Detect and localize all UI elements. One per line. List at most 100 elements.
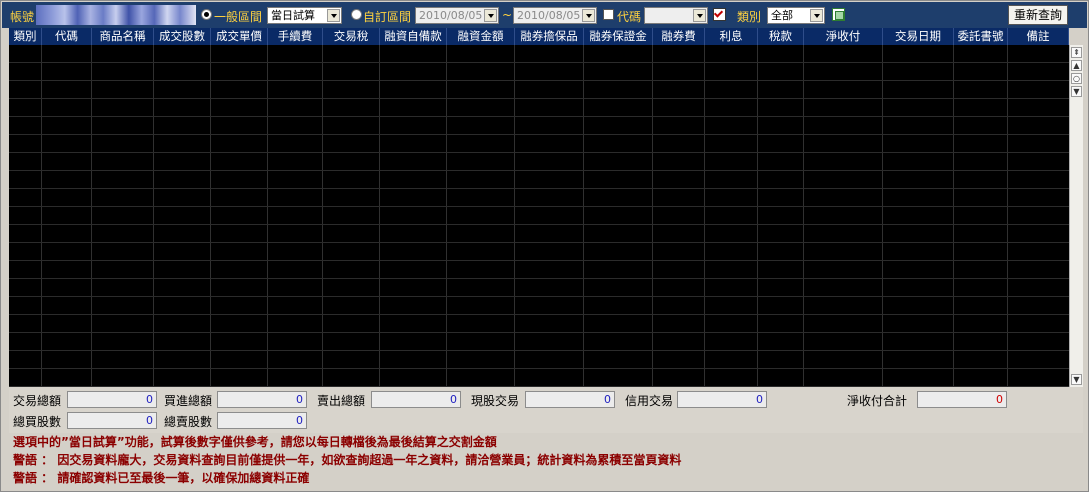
column-header[interactable]: 商品名稱 <box>92 28 154 45</box>
grid-row-divider <box>9 314 1069 315</box>
date-from-select[interactable]: 2010/08/05 <box>415 7 499 24</box>
chevron-down-icon[interactable] <box>582 9 595 22</box>
column-header[interactable]: 融券擔保品 <box>515 28 584 45</box>
grid-column-divider <box>322 45 323 387</box>
column-header[interactable]: 類別 <box>9 28 42 45</box>
main-window: 帳號 一般區間 當日試算 自訂區間 2010/08/05 ~ 2010/08/0… <box>0 0 1089 492</box>
grid-header: 類別 代碼 商品名稱 成交股數 成交單價 手續費 交易稅 融資自備款 融資金額 融券擔保品 融券保證… <box>9 28 1069 45</box>
category-select[interactable]: 全部 <box>767 7 825 24</box>
sell-total-label: 賣出總額 <box>317 394 366 408</box>
grid-row-divider <box>9 350 1069 351</box>
grid-row-divider <box>9 98 1069 99</box>
grid-column-divider <box>91 45 92 387</box>
column-header[interactable]: 交易稅 <box>323 28 380 45</box>
cash-trade-label: 現股交易 <box>471 394 520 408</box>
grid-column-divider <box>153 45 154 387</box>
filter-checkbox[interactable] <box>713 8 726 21</box>
cash-trade-field: 0 <box>525 391 615 408</box>
sell-shares-label: 總賣股數 <box>164 415 213 429</box>
column-header[interactable]: 融資金額 <box>447 28 515 45</box>
column-header[interactable]: 稅款 <box>758 28 804 45</box>
grid-column-divider <box>210 45 211 387</box>
column-header[interactable]: 利息 <box>705 28 758 45</box>
grid-row-divider <box>9 332 1069 333</box>
transaction-grid[interactable] <box>9 45 1069 387</box>
sell-total-field: 0 <box>371 391 461 408</box>
period-select[interactable]: 當日試算 <box>267 7 342 24</box>
grid-column-divider <box>882 45 883 387</box>
grid-row-divider <box>9 242 1069 243</box>
grid-row-divider <box>9 206 1069 207</box>
column-header[interactable]: 融券保證金 <box>584 28 653 45</box>
grid-column-divider <box>803 45 804 387</box>
chevron-down-icon[interactable] <box>810 9 823 22</box>
credit-trade-field: 0 <box>677 391 767 408</box>
grid-column-divider <box>1007 45 1008 387</box>
grid-row-divider <box>9 116 1069 117</box>
column-header[interactable]: 成交股數 <box>154 28 211 45</box>
column-header[interactable]: 代碼 <box>42 28 92 45</box>
grid-column-divider <box>267 45 268 387</box>
grid-column-divider <box>514 45 515 387</box>
requery-button[interactable]: 重新查詢 <box>1008 5 1068 25</box>
buy-shares-label: 總買股數 <box>13 415 62 429</box>
buy-shares-field: 0 <box>67 412 157 429</box>
scroll-down-page-icon[interactable]: ▼ <box>1071 86 1082 97</box>
sell-shares-field: 0 <box>217 412 307 429</box>
column-header[interactable]: 手續費 <box>268 28 323 45</box>
chevron-down-icon[interactable] <box>693 9 706 22</box>
code-select[interactable] <box>644 7 708 24</box>
trade-total-field: 0 <box>67 391 157 408</box>
scroll-down-icon[interactable]: ▼ <box>1071 374 1082 385</box>
column-header[interactable]: 融券費 <box>653 28 705 45</box>
scroll-top-icon[interactable]: ⇞ <box>1071 47 1082 58</box>
account-label: 帳號 <box>10 10 35 24</box>
trade-total-label: 交易總額 <box>13 394 62 408</box>
grid-column-divider <box>41 45 42 387</box>
grid-row-divider <box>9 134 1069 135</box>
date-separator: ~ <box>502 8 513 22</box>
date-from-value: 2010/08/05 <box>419 9 483 22</box>
date-to-select[interactable]: 2010/08/05 <box>513 7 597 24</box>
summary-panel: 交易總額 0 買進總額 0 賣出總額 0 現股交易 0 信用交易 0 淨收付合計… <box>9 387 1083 433</box>
grid-row-divider <box>9 260 1069 261</box>
note-trial-calc: 選項中的”當日試算”功能，試算後數字僅供參考，請您以每日轉檔後為最後結算之交割金… <box>13 435 497 449</box>
column-header[interactable]: 備註 <box>1008 28 1069 45</box>
column-header[interactable]: 淨收付 <box>804 28 883 45</box>
net-total-field: 0 <box>917 391 1007 408</box>
range-custom-label: 自訂區間 <box>363 10 412 24</box>
code-checkbox[interactable] <box>603 9 614 20</box>
grid-column-divider <box>446 45 447 387</box>
column-header[interactable]: 交易日期 <box>883 28 954 45</box>
grid-row-divider <box>9 368 1069 369</box>
grid-row-divider <box>9 170 1069 171</box>
grid-row-divider <box>9 188 1069 189</box>
range-custom-radio[interactable] <box>351 9 362 20</box>
grid-row-divider <box>9 278 1069 279</box>
grid-row-divider <box>9 62 1069 63</box>
chevron-down-icon[interactable] <box>484 9 497 22</box>
grid-row-divider <box>9 152 1069 153</box>
period-value: 當日試算 <box>271 9 315 22</box>
column-header[interactable]: 融資自備款 <box>380 28 447 45</box>
grid-column-divider <box>704 45 705 387</box>
grid-column-divider <box>379 45 380 387</box>
buy-total-label: 買進總額 <box>164 394 213 408</box>
date-to-value: 2010/08/05 <box>517 9 581 22</box>
grid-row-divider <box>9 296 1069 297</box>
buy-total-field: 0 <box>217 391 307 408</box>
code-label: 代碼 <box>617 10 642 24</box>
scroll-home-icon[interactable]: ○ <box>1071 73 1082 84</box>
account-field-masked[interactable] <box>36 5 196 25</box>
chevron-down-icon[interactable] <box>327 9 340 22</box>
export-excel-icon[interactable] <box>832 8 845 21</box>
scroll-up-icon[interactable]: ▲ <box>1071 60 1082 71</box>
column-header[interactable]: 委託書號 <box>954 28 1008 45</box>
range-normal-radio[interactable] <box>201 9 212 20</box>
query-toolbar: 帳號 一般區間 當日試算 自訂區間 2010/08/05 ~ 2010/08/0… <box>2 2 1087 28</box>
note-warning-last-record: 警語 ： 請確認資料已至最後一筆，以確保加總資料正確 <box>13 471 310 485</box>
category-value: 全部 <box>771 9 793 22</box>
grid-vertical-scrollbar[interactable]: ⇞ ▲ ○ ▼ ▼ <box>1069 45 1083 387</box>
column-header[interactable]: 成交單價 <box>211 28 268 45</box>
grid-column-divider <box>953 45 954 387</box>
